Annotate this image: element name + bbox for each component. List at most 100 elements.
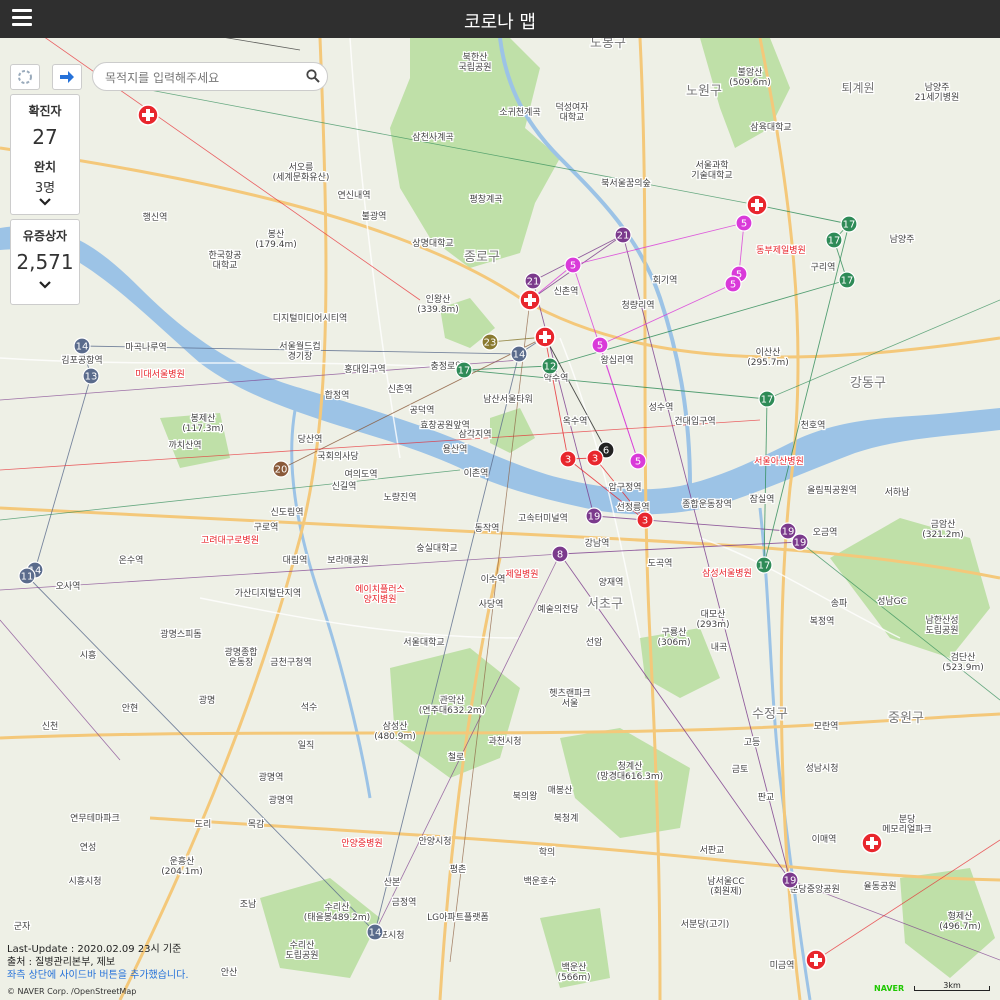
search-icon[interactable] bbox=[306, 69, 320, 83]
hospital-marker-icon[interactable] bbox=[534, 326, 556, 348]
case-marker[interactable]: 19 bbox=[791, 533, 809, 551]
case-marker-label: 17 bbox=[843, 220, 856, 231]
map-place-label: 서울대학교 bbox=[403, 637, 444, 648]
map-place-label: 강남역 bbox=[585, 538, 610, 549]
case-marker-label: 3 bbox=[642, 516, 648, 527]
case-marker[interactable]: 14 bbox=[366, 923, 384, 941]
spinner-icon bbox=[18, 70, 32, 84]
map-place-label: 매봉산 bbox=[548, 785, 573, 796]
case-marker[interactable]: 5 bbox=[564, 256, 582, 274]
map-place-label: 광명종합 운동장 bbox=[224, 646, 257, 668]
naver-logo: NAVER bbox=[874, 984, 905, 993]
map-place-label: 안산 bbox=[221, 967, 238, 978]
hospital-marker-icon[interactable] bbox=[746, 194, 768, 216]
map-place-label: 학의 bbox=[539, 847, 556, 858]
case-marker-label: 12 bbox=[544, 362, 557, 373]
map-place-label: 율동공원 bbox=[863, 881, 896, 892]
case-marker[interactable]: 5 bbox=[724, 275, 742, 293]
case-marker[interactable]: 17 bbox=[455, 361, 473, 379]
case-marker[interactable]: 19 bbox=[781, 871, 799, 889]
case-marker[interactable]: 3 bbox=[586, 449, 604, 467]
case-marker[interactable]: 13 bbox=[82, 367, 100, 385]
chevron-down-icon[interactable] bbox=[39, 198, 51, 206]
case-marker[interactable]: 17 bbox=[840, 215, 858, 233]
case-marker-label: 8 bbox=[557, 550, 563, 561]
case-marker[interactable]: 23 bbox=[481, 333, 499, 351]
chevron-down-icon[interactable] bbox=[39, 281, 51, 289]
case-marker[interactable]: 17 bbox=[825, 231, 843, 249]
last-update-text: Last-Update : 2020.02.09 23시 기준 bbox=[7, 944, 182, 955]
map-place-label: 수리산 도립공원 bbox=[285, 940, 318, 961]
case-marker-label: 6 bbox=[603, 446, 609, 457]
map-place-label: 옥수역 bbox=[563, 416, 588, 427]
map-place-label: 군자 bbox=[14, 921, 31, 932]
map-place-label: 서울아산병원 bbox=[754, 456, 804, 467]
map-place-label: 금정역 bbox=[392, 897, 417, 908]
case-marker[interactable]: 5 bbox=[629, 452, 647, 470]
case-marker[interactable]: 17 bbox=[838, 271, 856, 289]
case-marker[interactable]: 17 bbox=[755, 556, 773, 574]
map-canvas[interactable]: 도봉구 노원구 퇴계원 종로구 강동구 서초구 수정구 중원구 북한산 국립공원 불암산 (509.6… bbox=[0, 38, 1000, 1000]
case-marker[interactable]: 21 bbox=[524, 272, 542, 290]
map-place-label: 대림역 bbox=[283, 554, 308, 566]
map-place-label: 시흥 bbox=[80, 649, 97, 661]
map-copyright: © NAVER Corp. /OpenStreetMap bbox=[7, 987, 137, 996]
hospital-marker-icon[interactable] bbox=[137, 104, 159, 126]
map-place-label: 안양중병원 bbox=[341, 838, 382, 849]
map-place-label: 퇴계원 bbox=[841, 81, 874, 95]
map-place-label: 당산역 bbox=[298, 434, 323, 445]
case-marker[interactable]: 3 bbox=[559, 450, 577, 468]
case-marker-label: 11 bbox=[21, 572, 34, 583]
search-input[interactable] bbox=[103, 68, 303, 88]
map-place-label: 삼각지역 bbox=[458, 428, 491, 440]
map-place-label: 삼성서울병원 bbox=[702, 568, 752, 579]
confirmed-label: 확진자 bbox=[28, 104, 62, 118]
case-marker[interactable]: 14 bbox=[73, 337, 91, 355]
map-place-label: 청량리역 bbox=[621, 299, 654, 311]
case-marker[interactable]: 11 bbox=[18, 567, 36, 585]
symptomatic-card: 유증상자 2,571 bbox=[10, 219, 80, 305]
map-place-label: 이수역 bbox=[481, 574, 506, 585]
map-place-label: 평창계곡 bbox=[469, 193, 502, 205]
case-marker-label: 17 bbox=[841, 276, 854, 287]
case-marker[interactable]: 5 bbox=[735, 214, 753, 232]
case-marker-label: 14 bbox=[76, 342, 89, 353]
map-place-label: 오사역 bbox=[56, 581, 81, 592]
map-place-label: 안현 bbox=[122, 703, 139, 714]
map-place-label: 까치산역 bbox=[168, 439, 201, 451]
map-place-label: 신촌역 bbox=[554, 286, 579, 297]
map-place-label: 온수역 bbox=[119, 555, 144, 566]
map-place-label: 목감 bbox=[248, 818, 265, 830]
hospital-marker-icon[interactable] bbox=[805, 949, 827, 971]
case-marker[interactable]: 5 bbox=[591, 336, 609, 354]
map-place-label: 서초구 bbox=[587, 597, 623, 612]
map-place-label: 삼육대학교 bbox=[750, 122, 791, 133]
case-marker[interactable]: 12 bbox=[541, 357, 559, 375]
map-place-label: 고속터미널역 bbox=[518, 513, 568, 524]
map-place-label: 신촌역 bbox=[388, 384, 413, 395]
hospital-marker-icon[interactable] bbox=[861, 832, 883, 854]
map-place-label: 공덕역 bbox=[410, 405, 435, 416]
map-place-label: 석수 bbox=[301, 702, 318, 713]
map-place-label: 광명스피돔 bbox=[160, 628, 201, 640]
hospital-marker-icon[interactable] bbox=[519, 289, 541, 311]
case-marker[interactable]: 3 bbox=[636, 511, 654, 529]
map-place-label: 광명역 bbox=[259, 771, 284, 783]
case-marker[interactable]: 8 bbox=[551, 545, 569, 563]
case-marker[interactable]: 17 bbox=[758, 390, 776, 408]
case-marker-label: 13 bbox=[85, 372, 98, 383]
footer-info: Last-Update : 2020.02.09 23시 기준 출처 : 질병관… bbox=[7, 943, 189, 982]
case-marker[interactable]: 19 bbox=[585, 507, 603, 525]
confirmed-card: 확진자 27 완치 3명 bbox=[10, 94, 80, 215]
location-button[interactable] bbox=[10, 64, 40, 90]
map-place-label: 금천구청역 bbox=[270, 657, 311, 668]
case-marker[interactable]: 20 bbox=[272, 460, 290, 478]
route-button[interactable] bbox=[52, 64, 82, 90]
case-marker[interactable]: 14 bbox=[510, 345, 528, 363]
map-place-label: 광명역 bbox=[269, 794, 294, 806]
map-place-label: 서판교 bbox=[700, 845, 725, 856]
map-place-label: 미대서울병원 bbox=[135, 369, 185, 380]
map-place-label: 서분당(고기) bbox=[681, 919, 729, 930]
case-marker[interactable]: 21 bbox=[614, 226, 632, 244]
map-place-label: 고등 bbox=[744, 737, 761, 748]
